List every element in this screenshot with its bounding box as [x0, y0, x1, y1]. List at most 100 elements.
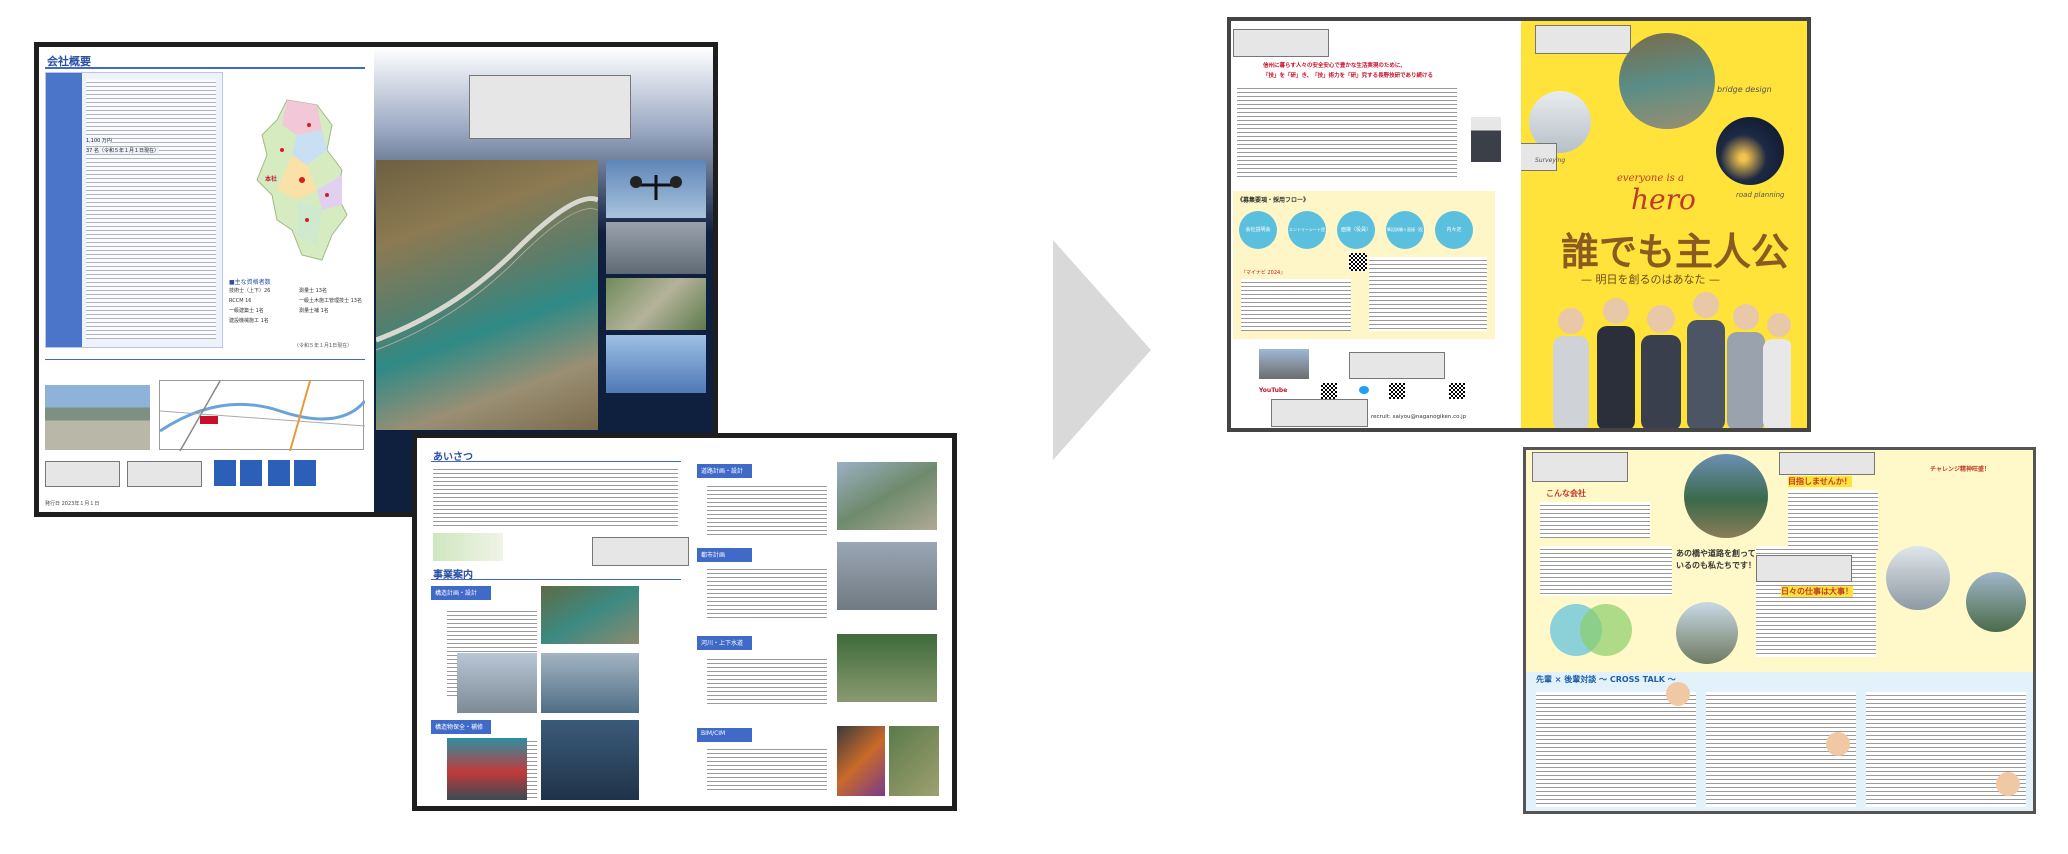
tag-bim-cim: BIM/CIM	[697, 728, 752, 742]
title-rule	[431, 461, 681, 462]
nagano-map: 本社	[247, 95, 362, 265]
qr-code	[1389, 383, 1405, 399]
greeting-flower-photo	[433, 533, 503, 561]
youtube-label: YouTube	[1259, 387, 1288, 394]
recruit-email: recruit: saiyou@naganogiken.co.jp	[1371, 414, 1467, 420]
title-rule	[45, 67, 365, 69]
company-building-photo	[1259, 349, 1309, 379]
cert-logo	[294, 460, 316, 486]
cover-main-photo-dam-bridge	[375, 160, 600, 430]
redaction-box	[1233, 29, 1329, 57]
new-cover-panel: bridge design road planning Surveying ev…	[1521, 21, 1807, 428]
flow-step-label: 会社説明会	[1245, 227, 1271, 233]
inner-text	[1756, 602, 1876, 657]
twitter-icon	[1359, 386, 1369, 394]
redaction-box	[592, 537, 689, 566]
qr-code	[1321, 383, 1337, 399]
qual-item: 測量士 13名	[299, 288, 327, 294]
flow-step-label: 筆記試験＋面接（役員）	[1387, 227, 1423, 232]
cover-photo-survey	[606, 222, 706, 274]
entry-photo	[837, 726, 885, 796]
qr-code	[1449, 383, 1465, 399]
redaction-box	[127, 461, 202, 487]
tagline-line-1: 信州に暮らす人々の安全安心で豊かな生活実現のために、	[1263, 63, 1406, 69]
flow-step-label: 内々定	[1446, 227, 1462, 233]
inner-circle-photo-bridge	[1676, 602, 1738, 664]
cert-logo	[240, 460, 262, 486]
phrase-daily-work: 日々の仕事は大事！	[1781, 586, 1853, 597]
intro-text	[1237, 85, 1457, 180]
certification-logos	[214, 460, 364, 490]
title-rule	[431, 579, 681, 580]
flow-step: 内々定	[1435, 211, 1473, 249]
qual-item: 一級土木施工管理技士 13名	[299, 298, 362, 304]
cover-main-title: 誰でも主人公	[1561, 230, 1790, 274]
phrase-we-build: あの橋や道路を創っているのも私たちです！	[1676, 549, 1756, 570]
talk-avatar	[1826, 732, 1850, 756]
circle-label-bridge-design: bridge design	[1717, 85, 1772, 94]
redaction-box	[1532, 452, 1628, 482]
flow-step: エントリーシート提出	[1288, 211, 1326, 249]
access-map	[159, 380, 367, 452]
redaction-box	[45, 461, 120, 487]
hero-word: hero	[1631, 183, 1696, 216]
recruit-panel: 信州に暮らす人々の安全安心で豊かな生活実現のために、 「技」を「研」き、「技」術…	[1231, 21, 1521, 428]
qual-item: 測量士補 1名	[299, 308, 329, 314]
tag-structure-design: 構造計画・設計	[431, 586, 491, 600]
qualifications-date: （令和５年１月1日現在）	[294, 343, 353, 349]
circle-label-surveying: Surveying	[1535, 157, 1566, 164]
tag-maintenance: 構造物保全・補修	[431, 720, 491, 734]
company-overview-panel: 会社概要 1,100 万円 37 名（令和５年１月１日現在） 本社 ■主な資格者…	[39, 47, 374, 512]
qual-item: 技術士（上下）26	[229, 288, 271, 294]
cover-photo-interchange	[606, 278, 706, 330]
old-brochure-inner: あいさつ 事業案内 構造計画・設計 構造物保全・補修 道路計画・設計 都市計画 …	[412, 433, 957, 811]
new-brochure-outer: 信州に暮らす人々の安全安心で豊かな生活実現のために、 「技」を「研」き、「技」術…	[1227, 17, 1811, 432]
qr-code	[1349, 253, 1367, 271]
cover-logo-redaction	[469, 75, 631, 139]
inner-circle-photo-office	[1886, 546, 1950, 610]
issue-date: 発行日 2023年１月１日	[45, 501, 100, 507]
talk-avatar	[1666, 682, 1690, 706]
qual-item: 建設機械施工 1名	[229, 318, 269, 324]
cover-photo-drone	[606, 160, 706, 218]
venn-diagram	[1546, 600, 1636, 660]
qual-item: 一級建築士 1名	[229, 308, 264, 314]
entry-text	[707, 566, 827, 621]
entry-photo	[541, 653, 639, 713]
founded-value: 37 名（令和５年１月１日現在）	[86, 147, 159, 154]
flow-step-label: 面接（役員）	[1340, 227, 1371, 233]
tag-urban-planning: 都市計画	[697, 548, 752, 562]
entry-text	[707, 746, 827, 791]
redaction-box	[1271, 399, 1368, 427]
entry-photo	[457, 653, 537, 713]
qualifications-heading: ■主な資格者数	[229, 279, 271, 286]
flow-step: 筆記試験＋面接（役員）	[1386, 211, 1424, 249]
map-label-honsha: 本社	[265, 176, 278, 183]
staff-group-photo	[1541, 281, 1793, 428]
divider-rule	[45, 359, 365, 360]
inner-text	[1540, 546, 1672, 596]
tag-road-design: 道路計画・設計	[697, 464, 752, 478]
circle-label-road-planning: road planning	[1736, 191, 1785, 199]
mynavi-label: 『マイナビ 2024』	[1241, 270, 1286, 276]
cover-photo-bridge-blue	[606, 335, 706, 393]
cover-circle-photo-dam	[1619, 33, 1715, 129]
cert-logo	[268, 460, 290, 486]
entry-text	[707, 483, 827, 538]
company-heading: こんな会社	[1546, 489, 1586, 498]
redaction-box	[1779, 452, 1875, 475]
table-label-column	[46, 73, 82, 347]
flow-step-label: エントリーシート提出	[1289, 227, 1325, 232]
tag-river-water: 河川・上下水道	[697, 636, 752, 650]
entry-photo	[541, 586, 639, 644]
cover-logo-redaction	[1535, 25, 1631, 54]
entry-photo	[889, 726, 939, 796]
qualifications-list: 技術士（上下）26 RCCM 16 一級建築士 1名 建設機械施工 1名 測量士…	[229, 287, 369, 347]
recruit-text	[1369, 257, 1487, 331]
cert-logo	[214, 460, 236, 486]
office-building-photo	[45, 385, 150, 450]
recruit-flow-box: 《募集要項・採用フロー》 会社説明会 エントリーシート提出 面接（役員） 筆記試…	[1233, 191, 1495, 339]
inner-circle-photo-bike	[1966, 572, 2026, 632]
redaction-box	[1756, 555, 1852, 582]
inner-circle-photo-lake	[1684, 454, 1768, 538]
